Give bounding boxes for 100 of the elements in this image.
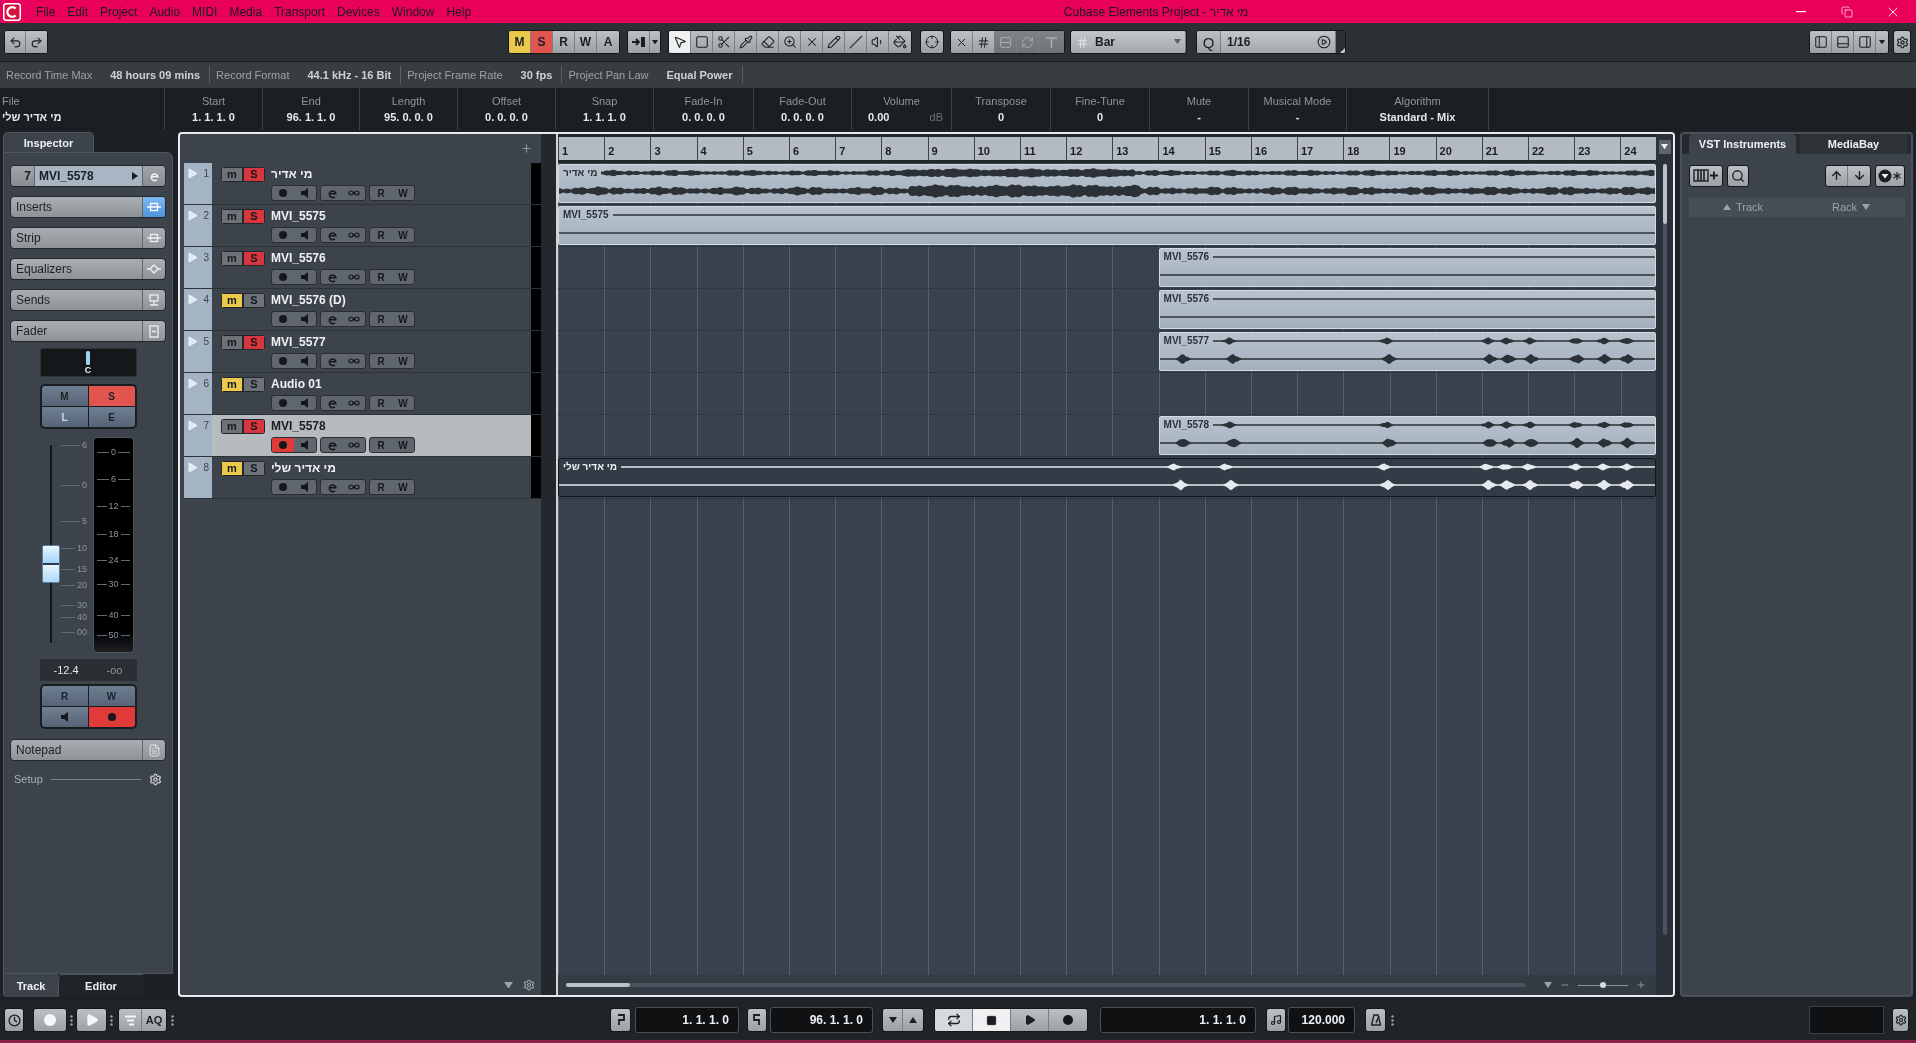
scroll-thumb[interactable] — [1662, 164, 1667, 224]
pan-control[interactable]: C — [39, 348, 137, 377]
audio-event[interactable]: מי אדיר שלי — [558, 458, 1656, 497]
snap-button[interactable] — [973, 31, 995, 53]
field-value[interactable]: 96. 1. 1. 0 — [286, 111, 336, 123]
tool-button[interactable] — [757, 31, 779, 53]
section-toggle[interactable] — [143, 197, 165, 217]
solo-button[interactable]: S — [243, 292, 265, 308]
position-display[interactable]: 1. 1. 1. 0 — [1100, 1007, 1256, 1033]
fader-thumb[interactable] — [42, 544, 60, 583]
record-enable-button[interactable] — [88, 707, 135, 727]
cycle-button[interactable] — [935, 1009, 973, 1031]
menu-item[interactable]: Help — [440, 0, 478, 23]
section-header[interactable]: Equalizers — [11, 259, 143, 279]
menu-item[interactable]: Audio — [143, 0, 187, 23]
left-locator-button[interactable] — [610, 1008, 631, 1032]
write-button[interactable]: W — [88, 686, 135, 706]
tool-button[interactable] — [735, 31, 757, 53]
field-value[interactable]: - — [1197, 111, 1201, 123]
monitor-button[interactable] — [41, 707, 88, 727]
tool-button[interactable] — [713, 31, 735, 53]
solo-button[interactable]: S — [243, 250, 265, 266]
automation-button[interactable]: A — [597, 31, 619, 53]
field-value[interactable]: מי אדיר שלי — [2, 111, 62, 123]
snap-button[interactable] — [951, 31, 973, 53]
right-zone-button[interactable] — [1854, 31, 1876, 53]
solo-button[interactable]: S — [243, 166, 265, 182]
menu-item[interactable]: Media — [223, 0, 269, 23]
column-header[interactable]: Rack — [1831, 201, 1858, 213]
menu-item[interactable]: File — [30, 0, 62, 23]
field-value[interactable]: 95. 0. 0. 0 — [384, 111, 433, 123]
tool-button[interactable] — [845, 31, 867, 53]
dropdown-button[interactable] — [1658, 140, 1671, 154]
record-enable-button[interactable] — [272, 438, 294, 452]
left-zone-button[interactable] — [1810, 31, 1832, 53]
panel-tab[interactable]: MediaBay — [1800, 134, 1907, 154]
audio-event[interactable]: MVI_5577 — [1158, 332, 1656, 371]
solo-button[interactable]: S — [243, 460, 265, 476]
field-value[interactable]: 0. 0. 0. 0 — [485, 111, 528, 123]
audio-event[interactable]: MVI_5578 — [1158, 416, 1656, 455]
mute-button[interactable]: m — [221, 250, 243, 266]
right-locator-display[interactable]: 96. 1. 1. 0 — [770, 1007, 873, 1033]
menu-item[interactable]: Edit — [61, 0, 95, 23]
settings-button[interactable] — [1892, 1008, 1909, 1032]
menu-item[interactable]: MIDI — [186, 0, 224, 23]
track-header[interactable]: 2 m S MVI_5575 R W — [184, 205, 541, 247]
undo-button[interactable] — [5, 31, 26, 53]
lower-zone-button[interactable] — [1832, 31, 1854, 53]
grid-type-dropdown[interactable]: Bar — [1070, 30, 1187, 54]
field-value[interactable]: - — [1295, 111, 1300, 123]
mute-button[interactable]: m — [221, 166, 243, 182]
mute-button[interactable]: m — [221, 460, 243, 476]
search-button[interactable] — [1727, 164, 1749, 187]
section-header[interactable]: Sends — [11, 290, 143, 310]
time-mode-button[interactable] — [4, 1008, 24, 1032]
mute-button[interactable]: m — [221, 376, 243, 392]
redo-button[interactable] — [26, 31, 47, 53]
field-value[interactable]: 1. 1. 1. 0 — [192, 111, 235, 123]
read-button[interactable]: R — [41, 686, 88, 706]
mute-button[interactable]: m — [221, 334, 243, 350]
dropdown-button[interactable] — [1876, 31, 1888, 53]
tool-button[interactable] — [823, 31, 845, 53]
auto-quantize-button[interactable]: AQ — [142, 1009, 166, 1031]
menu-item[interactable]: Project — [94, 0, 144, 23]
field-value[interactable]: 0. 0. 0. 0 — [682, 111, 725, 123]
tool-button[interactable] — [779, 31, 801, 53]
solo-button[interactable]: S — [243, 334, 265, 350]
field-value[interactable]: 1. 1. 1. 0 — [583, 111, 626, 123]
field-value[interactable]: Standard - Mix — [1379, 111, 1456, 123]
stop-button[interactable] — [973, 1009, 1011, 1031]
solo-button[interactable]: S — [243, 376, 265, 392]
section-header[interactable]: Fader — [11, 321, 143, 341]
automation-mode-button[interactable] — [628, 31, 650, 53]
mute-button[interactable]: m — [221, 208, 243, 224]
mute-button[interactable]: M — [509, 31, 531, 53]
track-name-field[interactable]: MVI_5578 — [35, 166, 143, 186]
tool-button[interactable] — [867, 31, 889, 53]
tool-button[interactable] — [801, 31, 823, 53]
read-button[interactable]: R — [553, 31, 575, 53]
tempo-track-button[interactable] — [1266, 1008, 1286, 1032]
mute-button[interactable]: M — [41, 386, 88, 406]
left-locator-display[interactable]: 1. 1. 1. 0 — [635, 1007, 739, 1033]
panel-tab[interactable]: VST Instruments — [1689, 134, 1796, 154]
options-button[interactable] — [1875, 164, 1905, 187]
tool-button[interactable] — [889, 31, 911, 53]
scroll-thumb[interactable] — [566, 983, 630, 987]
add-track-button[interactable] — [520, 142, 533, 155]
menu-item[interactable]: Window — [385, 0, 441, 23]
settings-button[interactable] — [1893, 30, 1911, 54]
menu-item[interactable]: Transport — [268, 0, 332, 23]
track-header[interactable]: 4 m S MVI_5576 (D) R W — [184, 289, 541, 331]
audio-event[interactable]: MVI_5575 — [558, 206, 1656, 245]
write-button[interactable]: W — [575, 31, 597, 53]
play-mode-button[interactable] — [76, 1008, 107, 1032]
audio-event[interactable]: מי אדיר — [558, 164, 1656, 203]
track-header[interactable]: 7 m S MVI_5578 R W — [184, 415, 541, 457]
audio-event[interactable]: MVI_5576 — [1158, 248, 1656, 287]
track-header[interactable]: 3 m S MVI_5576 R W — [184, 247, 541, 289]
solo-button[interactable]: S — [88, 386, 135, 406]
ruler[interactable]: 1 2 3 4 5 6 7 8 9 10 11 12 13 14 15 16 17 18 19 20 21 22 23 24 — [558, 137, 1656, 160]
